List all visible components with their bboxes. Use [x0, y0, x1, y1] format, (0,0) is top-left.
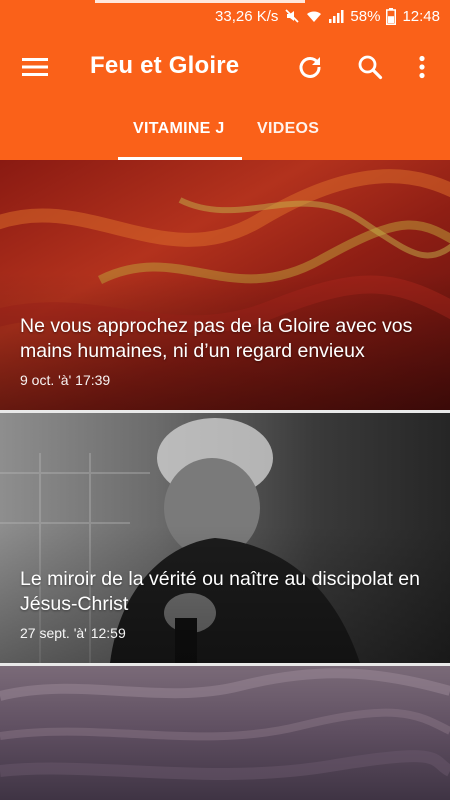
- article-card[interactable]: Ne vous approchez pas de la Gloire avec …: [0, 160, 450, 410]
- signal-icon: [328, 8, 344, 24]
- tab-videos[interactable]: VIDEOS: [257, 120, 319, 138]
- article-thumbnail: [0, 666, 450, 800]
- status-notch: [95, 0, 305, 3]
- menu-button[interactable]: [18, 50, 52, 84]
- hamburger-menu-icon: [22, 58, 48, 76]
- more-vert-icon: [419, 55, 425, 79]
- status-indicators: 33,26 K/s 58% 12:48: [215, 6, 440, 26]
- battery-icon: [386, 7, 397, 25]
- refresh-icon: [299, 57, 321, 78]
- app-title: Feu et Gloire: [90, 52, 240, 79]
- tab-vitamine-j[interactable]: VITAMINE J: [133, 120, 225, 138]
- tab-bar: VITAMINE J VIDEOS: [0, 108, 450, 160]
- article-date: 27 sept. 'à' 12:59: [20, 625, 126, 641]
- clock: 12:48: [402, 7, 440, 25]
- search-icon: [358, 55, 383, 80]
- article-title: Le miroir de la vérité ou naître au disc…: [20, 568, 420, 615]
- article-text: Ne vous approchez pas de la Gloire avec …: [20, 314, 432, 388]
- article-text: Le miroir de la vérité ou naître au disc…: [20, 567, 432, 641]
- status-bar: 33,26 K/s 58% 12:48: [0, 0, 450, 32]
- search-button[interactable]: [352, 49, 388, 85]
- article-date: 9 oct. 'à' 17:39: [20, 372, 111, 388]
- app-bar: Feu et Gloire VITAMINE J VIDEOS: [0, 32, 450, 160]
- refresh-button[interactable]: [292, 49, 328, 85]
- mute-icon: [284, 8, 300, 24]
- article-feed: Ne vous approchez pas de la Gloire avec …: [0, 160, 450, 800]
- wifi-icon: [306, 8, 322, 24]
- battery-percent: 58%: [350, 7, 381, 25]
- network-speed: 33,26 K/s: [215, 7, 279, 25]
- article-card[interactable]: [0, 666, 450, 800]
- article-card[interactable]: Le miroir de la vérité ou naître au disc…: [0, 413, 450, 663]
- more-options-button[interactable]: [404, 49, 440, 85]
- article-title: Ne vous approchez pas de la Gloire avec …: [20, 315, 413, 362]
